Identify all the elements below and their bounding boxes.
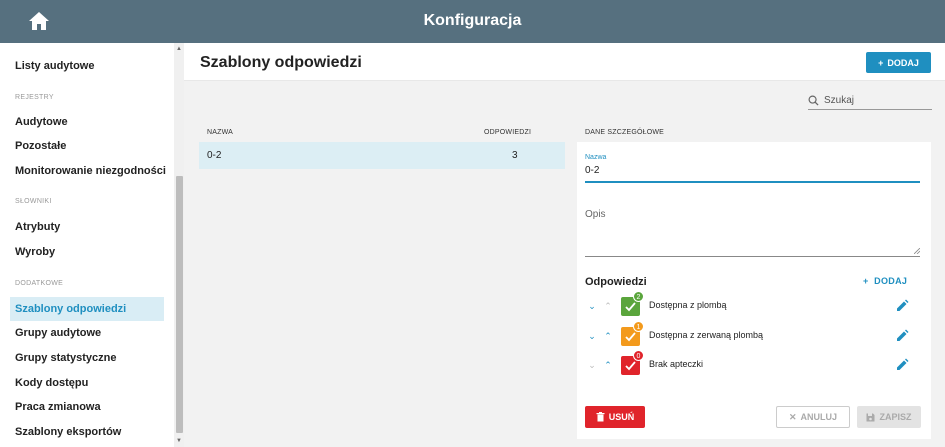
scroll-down-icon[interactable]: ▼ bbox=[175, 437, 183, 445]
chevron-down-icon[interactable]: ⌄ bbox=[587, 360, 597, 370]
cancel-label: ANULUJ bbox=[800, 412, 838, 422]
save-label: ZAPISZ bbox=[879, 412, 912, 422]
sidebar-item-praca-zmianowa[interactable]: Praca zmianowa bbox=[15, 401, 101, 413]
search-input[interactable] bbox=[824, 92, 929, 108]
description-field[interactable]: Opis bbox=[585, 209, 606, 220]
name-field[interactable]: 0-2 bbox=[585, 165, 599, 176]
add-template-label: DODAJ bbox=[887, 57, 919, 68]
cell-name: 0-2 bbox=[207, 150, 222, 161]
add-answer-button[interactable]: + DODAJ bbox=[863, 276, 907, 286]
column-header-answers[interactable]: ODPOWIEDZI bbox=[484, 129, 531, 136]
name-field-label: Nazwa bbox=[585, 154, 607, 161]
search-field[interactable] bbox=[808, 92, 932, 110]
description-field-underline bbox=[585, 256, 920, 257]
answer-label: Dostępna z plombą bbox=[649, 300, 727, 310]
chevron-down-icon[interactable]: ⌄ bbox=[587, 301, 597, 311]
sidebar-section-rejestry: REJESTRY bbox=[15, 94, 54, 101]
sidebar-item-grupy-statystyczne[interactable]: Grupy statystyczne bbox=[15, 352, 116, 364]
add-template-button[interactable]: + DODAJ bbox=[866, 52, 931, 73]
sidebar: Listy audytowe REJESTRY Audytowe Pozosta… bbox=[0, 43, 174, 447]
sidebar-item-atrybuty[interactable]: Atrybuty bbox=[15, 221, 60, 233]
sidebar-section-dodatkowe: DODATKOWE bbox=[15, 280, 64, 287]
cancel-button[interactable]: ✕ ANULUJ bbox=[776, 406, 850, 428]
sidebar-section-slowniki: SŁOWNIKI bbox=[15, 198, 52, 205]
resize-grip-icon[interactable] bbox=[914, 248, 920, 254]
edit-icon[interactable] bbox=[895, 329, 909, 343]
chevron-up-icon[interactable]: ⌃ bbox=[603, 301, 613, 311]
scroll-up-icon[interactable]: ▲ bbox=[175, 45, 183, 53]
table-row[interactable]: 0-2 3 bbox=[199, 142, 565, 169]
page-title: Szablony odpowiedzi bbox=[200, 54, 362, 71]
edit-icon[interactable] bbox=[895, 299, 909, 313]
app-header: Konfiguracja bbox=[0, 0, 945, 43]
name-field-underline bbox=[585, 181, 920, 183]
sidebar-scrollbar[interactable]: ▲ ▼ bbox=[174, 43, 184, 447]
cell-answers: 3 bbox=[512, 150, 518, 161]
chevron-up-icon[interactable]: ⌃ bbox=[603, 360, 613, 370]
search-icon bbox=[808, 95, 819, 106]
answer-row: ⌄ ⌃ 1 Dostępna z zerwaną plombą bbox=[585, 321, 925, 347]
sidebar-item-grupy-audytowe[interactable]: Grupy audytowe bbox=[15, 327, 101, 339]
sidebar-item-szablony-eksportow[interactable]: Szablony eksportów bbox=[15, 426, 121, 438]
answer-count-badge: 2 bbox=[633, 291, 644, 302]
content-header: Szablony odpowiedzi + DODAJ bbox=[184, 43, 945, 81]
sidebar-item-pozostale[interactable]: Pozostałe bbox=[15, 140, 66, 152]
column-header-name[interactable]: NAZWA bbox=[207, 129, 233, 136]
chevron-down-icon[interactable]: ⌄ bbox=[587, 331, 597, 341]
delete-button[interactable]: USUŃ bbox=[585, 406, 645, 428]
edit-icon[interactable] bbox=[895, 358, 909, 372]
sidebar-item-audytowe[interactable]: Audytowe bbox=[15, 116, 68, 128]
check-icon bbox=[625, 361, 636, 371]
answer-row: ⌄ ⌃ 0 Brak apteczki bbox=[585, 350, 925, 376]
check-icon bbox=[625, 332, 636, 342]
app-title: Konfiguracja bbox=[423, 12, 522, 29]
details-panel: Nazwa 0-2 Opis Odpowiedzi + DODAJ ⌄ ⌃ 2 … bbox=[577, 142, 931, 439]
close-icon: ✕ bbox=[788, 411, 797, 422]
answer-count-badge: 0 bbox=[633, 350, 644, 361]
details-header: DANE SZCZEGÓŁOWE bbox=[585, 129, 665, 136]
floppy-disk-icon bbox=[866, 413, 875, 421]
sidebar-item-szablony-odpowiedzi[interactable]: Szablony odpowiedzi bbox=[15, 303, 126, 315]
answer-label: Dostępna z zerwaną plombą bbox=[649, 330, 764, 340]
plus-icon: + bbox=[878, 57, 884, 68]
sidebar-item-kody-dostepu[interactable]: Kody dostępu bbox=[15, 377, 88, 389]
delete-label: USUŃ bbox=[608, 412, 635, 422]
add-answer-label: DODAJ bbox=[874, 276, 908, 286]
answers-title: Odpowiedzi bbox=[585, 276, 647, 288]
answer-count-badge: 1 bbox=[633, 321, 644, 332]
trash-icon bbox=[596, 412, 605, 422]
sidebar-item-listy-audytowe[interactable]: Listy audytowe bbox=[15, 60, 94, 72]
answer-row: ⌄ ⌃ 2 Dostępna z plombą bbox=[585, 291, 925, 317]
sidebar-item-wyroby[interactable]: Wyroby bbox=[15, 246, 55, 258]
chevron-up-icon[interactable]: ⌃ bbox=[603, 331, 613, 341]
answer-label: Brak apteczki bbox=[649, 359, 704, 369]
save-button[interactable]: ZAPISZ bbox=[857, 406, 921, 428]
check-icon bbox=[625, 302, 636, 312]
sidebar-item-monitorowanie[interactable]: Monitorowanie niezgodności bbox=[15, 165, 166, 177]
scrollbar-thumb[interactable] bbox=[176, 176, 183, 433]
